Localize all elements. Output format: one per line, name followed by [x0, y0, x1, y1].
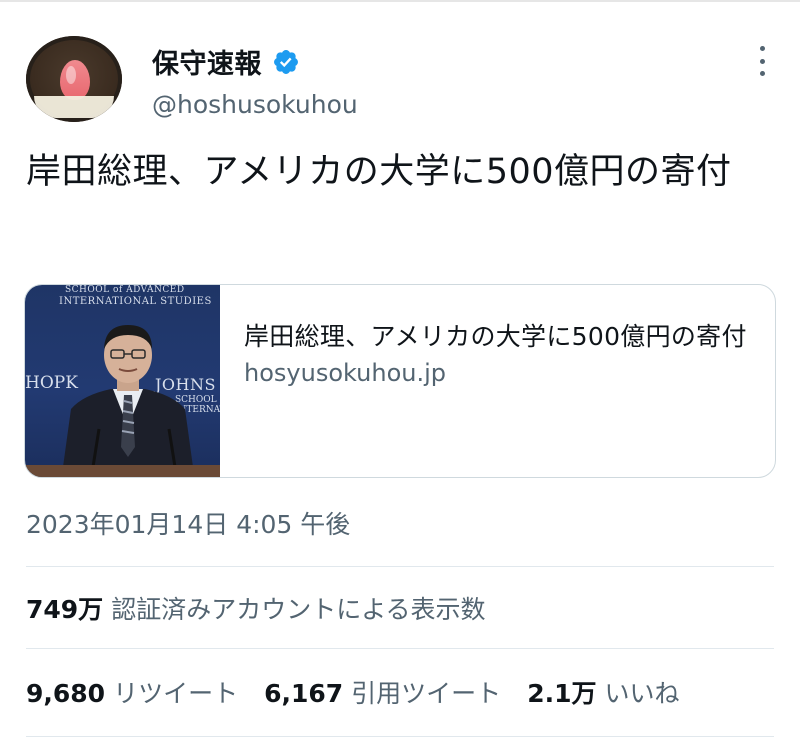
tweet-detail: 保守速報 @hoshusokuhou 岸田総理、アメリカの大学に500億円の寄付…	[0, 0, 800, 745]
divider	[26, 736, 774, 737]
retweet-stat[interactable]: 9,680 リツイート	[26, 674, 238, 710]
image-banner-text: SCHOOL of ADVANCED	[65, 285, 185, 295]
lectern	[25, 465, 220, 477]
like-count: 2.1万	[527, 679, 597, 708]
top-divider	[0, 0, 800, 2]
link-preview-card[interactable]: SCHOOL of ADVANCED INTERNATIONAL STUDIES…	[24, 284, 776, 478]
verified-badge-icon[interactable]	[272, 48, 300, 76]
mochi-icon	[34, 96, 114, 118]
dot-icon	[759, 71, 765, 76]
author-handle[interactable]: @hoshusokuhou	[152, 90, 358, 119]
retweet-label: リツイート	[113, 679, 239, 708]
retweet-count: 9,680	[26, 679, 106, 708]
engagement-stats: 9,680 リツイート 6,167 引用ツイート 2.1万 いいね	[26, 674, 680, 710]
more-options-icon[interactable]	[750, 46, 774, 76]
display-name-text: 保守速報	[152, 49, 262, 80]
view-count-number: 749万	[26, 595, 104, 624]
link-card-title[interactable]: 岸田総理、アメリカの大学に500億円の寄付	[244, 319, 751, 355]
link-card-image: SCHOOL of ADVANCED INTERNATIONAL STUDIES…	[25, 285, 220, 477]
image-banner-text: INTERNATIONAL STUDIES	[59, 296, 212, 307]
view-count[interactable]: 749万 認証済みアカウントによる表示数	[26, 590, 485, 626]
strawberry-icon	[60, 60, 90, 100]
quote-stat[interactable]: 6,167 引用ツイート	[264, 674, 501, 710]
author-display-name[interactable]: 保守速報	[152, 42, 300, 81]
like-stat[interactable]: 2.1万 いいね	[527, 674, 679, 710]
link-card-domain[interactable]: hosyusokuhou.jp	[244, 359, 751, 387]
speaker-photo	[63, 325, 193, 467]
divider	[26, 648, 774, 649]
dot-icon	[759, 58, 765, 64]
tweet-timestamp[interactable]: 2023年01月14日 4:05 午後	[26, 505, 350, 541]
like-label: いいね	[604, 679, 680, 708]
tweet-text: 岸田総理、アメリカの大学に500億円の寄付	[26, 152, 732, 192]
quote-count: 6,167	[264, 679, 344, 708]
view-count-label: 認証済みアカウントによる表示数	[111, 595, 486, 624]
quote-label: 引用ツイート	[351, 679, 502, 708]
dot-icon	[759, 46, 765, 51]
avatar[interactable]	[26, 36, 122, 122]
link-card-body[interactable]: 岸田総理、アメリカの大学に500億円の寄付 hosyusokuhou.jp	[220, 285, 775, 477]
divider	[26, 566, 774, 567]
